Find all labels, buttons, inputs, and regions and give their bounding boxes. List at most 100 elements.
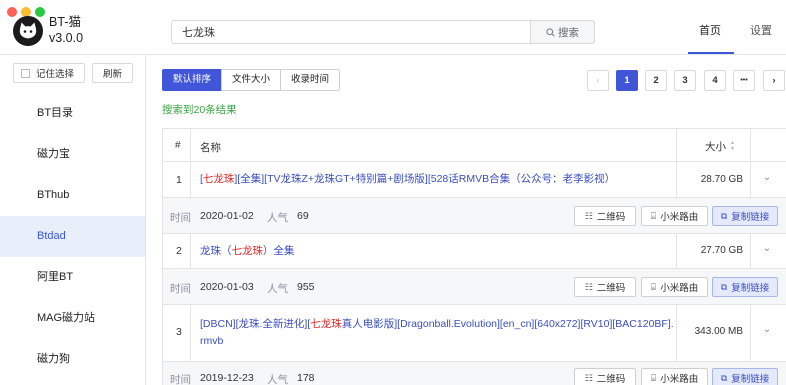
column-divider xyxy=(750,234,751,269)
router-label: 小米路由 xyxy=(660,283,699,294)
remember-selection-checkbox[interactable]: 记住选择 xyxy=(13,63,85,83)
sidebar-item-btdad[interactable]: Btdad xyxy=(0,216,145,257)
router-icon: ⌸ xyxy=(650,372,657,383)
qrcode-button[interactable]: ☷ 二维码 xyxy=(574,368,636,385)
copy-link-button[interactable]: ⧉ 复制链接 xyxy=(712,368,778,385)
popularity-value: 69 xyxy=(297,210,309,222)
row-number: 1 xyxy=(176,174,182,186)
title-text: ）全集 xyxy=(263,245,295,257)
tab-settings[interactable]: 设置 xyxy=(741,22,781,38)
router-icon: ⌸ xyxy=(650,210,657,221)
qrcode-button[interactable]: ☷ 二维码 xyxy=(574,206,636,226)
file-size: 28.70 GB xyxy=(700,174,743,185)
qrcode-label: 二维码 xyxy=(596,212,626,223)
result-title-link[interactable]: [七龙珠][全集][TV龙珠Z+龙珠GT+特别篇+剧场版][528话RMVB合集… xyxy=(200,171,675,188)
copy-link-label: 复制链接 xyxy=(731,374,770,385)
title-text: 龙珠（ xyxy=(200,245,232,257)
time-value: 2020-01-02 xyxy=(200,210,254,222)
sort-time-button[interactable]: 收录时间 xyxy=(280,69,341,91)
popularity-label: 人气 xyxy=(267,212,288,224)
sort-arrows-icon[interactable]: ▲ ▼ xyxy=(730,141,735,152)
tab-home[interactable]: 首页 xyxy=(690,22,730,38)
sidebar-item-cilibao[interactable]: 磁力宝 xyxy=(0,134,145,175)
table-row: 2 龙珠（七龙珠）全集 27.70 GB ⌄ xyxy=(163,234,786,269)
table-row: 1 [七龙珠][全集][TV龙珠Z+龙珠GT+特别篇+剧场版][528话RMVB… xyxy=(163,162,786,198)
sidebar-item-bthub[interactable]: BThub xyxy=(0,175,145,216)
qrcode-label: 二维码 xyxy=(596,283,626,294)
app-name: BT-猫 xyxy=(49,15,81,29)
next-page-button[interactable]: › xyxy=(763,70,785,91)
column-divider xyxy=(190,162,191,198)
result-count: 搜索到20条结果 xyxy=(162,104,237,116)
row-details: 时间 2020-01-03 人气 955 ☷ 二维码 ⌸ 小米路由 ⧉ 复制链接 xyxy=(163,269,786,305)
sidebar-item-mag[interactable]: MAG磁力站 xyxy=(0,298,145,339)
table-header: # 名称 大小 ▲ ▼ xyxy=(163,129,786,162)
sidebar: 记住选择 刷新 BT目录 磁力宝 BThub Btdad 阿里BT MAG磁力站… xyxy=(0,55,146,385)
popularity-value: 178 xyxy=(297,372,315,384)
qrcode-button[interactable]: ☷ 二维码 xyxy=(574,277,636,297)
sidebar-item-bt-directory[interactable]: BT目录 xyxy=(0,93,145,134)
router-label: 小米路由 xyxy=(660,374,699,385)
page-button-4[interactable]: 4 xyxy=(704,70,726,91)
row-number: 2 xyxy=(176,245,182,257)
cat-logo-icon xyxy=(13,16,43,46)
popularity-value: 955 xyxy=(297,281,315,293)
page-button-1[interactable]: 1 xyxy=(616,70,638,91)
sort-default-button[interactable]: 默认排序 xyxy=(162,69,223,91)
copy-link-button[interactable]: ⧉ 复制链接 xyxy=(712,277,778,297)
time-value: 2020-01-03 xyxy=(200,281,254,293)
title-text: ][全集][TV龙珠Z+龙珠GT+特别篇+剧场版][528话RMVB合集（公众号… xyxy=(234,173,616,185)
popularity-label: 人气 xyxy=(267,374,288,385)
search-input[interactable] xyxy=(171,20,531,44)
more-pages-button[interactable]: ••• xyxy=(733,70,755,91)
chevron-down-icon[interactable]: ⌄ xyxy=(761,172,773,183)
sidebar-item-alibt[interactable]: 阿里BT xyxy=(0,257,145,298)
results-table: # 名称 大小 ▲ ▼ 1 [七龙珠][全集][TV龙珠Z+龙珠GT+特别篇+剧场… xyxy=(162,128,786,385)
copy-icon: ⧉ xyxy=(720,281,728,292)
result-title-link[interactable]: 龙珠（七龙珠）全集 xyxy=(200,243,675,260)
row-number: 3 xyxy=(176,326,182,338)
copy-link-label: 复制链接 xyxy=(731,283,770,294)
table-row: 3 [DBCN][龙珠.全新进化][七龙珠真人电影版][Dragonball.E… xyxy=(163,305,786,362)
router-button[interactable]: ⌸ 小米路由 xyxy=(641,277,708,297)
search-button[interactable]: 搜索 xyxy=(530,20,595,44)
file-size: 27.70 GB xyxy=(700,245,743,256)
column-divider xyxy=(190,234,191,269)
popularity-label: 人气 xyxy=(267,283,288,295)
column-divider xyxy=(750,162,751,198)
remember-selection-label: 记住选择 xyxy=(36,69,75,80)
file-size: 343.00 MB xyxy=(694,326,743,337)
column-header-size-label: 大小 xyxy=(705,141,726,153)
copy-icon: ⧉ xyxy=(720,372,728,383)
chevron-down-icon[interactable]: ⌄ xyxy=(761,243,773,254)
keyword-highlight: 七龙珠 xyxy=(202,173,235,185)
search-button-label: 搜索 xyxy=(558,26,579,39)
page-button-3[interactable]: 3 xyxy=(674,70,696,91)
title-text: [DBCN][龙珠.全新进化][ xyxy=(200,318,311,330)
sort-options: 默认排序 文件大小 收录时间 xyxy=(162,69,341,91)
chevron-down-icon[interactable]: ⌄ xyxy=(761,324,773,335)
router-button[interactable]: ⌸ 小米路由 xyxy=(641,206,708,226)
sort-size-button[interactable]: 文件大小 xyxy=(221,69,282,91)
tab-home-indicator xyxy=(688,52,734,54)
time-label: 时间 xyxy=(170,283,191,295)
router-button[interactable]: ⌸ 小米路由 xyxy=(641,368,708,385)
refresh-button[interactable]: 刷新 xyxy=(92,63,133,83)
app-header: BT-猫 v3.0.0 搜索 首页 设置 xyxy=(0,0,786,55)
copy-link-button[interactable]: ⧉ 复制链接 xyxy=(712,206,778,226)
qrcode-icon: ☷ xyxy=(584,281,593,292)
app-version: v3.0.0 xyxy=(49,31,84,45)
time-label: 时间 xyxy=(170,212,191,224)
prev-page-button[interactable]: ‹ xyxy=(587,70,609,91)
page-button-2[interactable]: 2 xyxy=(645,70,667,91)
column-divider xyxy=(190,305,191,362)
row-details: 时间 2019-12-23 人气 178 ☷ 二维码 ⌸ 小米路由 ⧉ 复制链接 xyxy=(163,362,786,385)
column-header-size[interactable]: 大小 ▲ ▼ xyxy=(705,139,735,154)
search-icon xyxy=(546,27,555,37)
column-divider xyxy=(750,305,751,362)
sidebar-item-ciligou[interactable]: 磁力狗 xyxy=(0,339,145,380)
column-header-name: 名称 xyxy=(200,142,221,154)
column-header-num: # xyxy=(175,140,181,151)
checkbox-box[interactable] xyxy=(21,68,30,78)
result-title-link[interactable]: [DBCN][龙珠.全新进化][七龙珠真人电影版][Dragonball.Evo… xyxy=(200,316,675,350)
